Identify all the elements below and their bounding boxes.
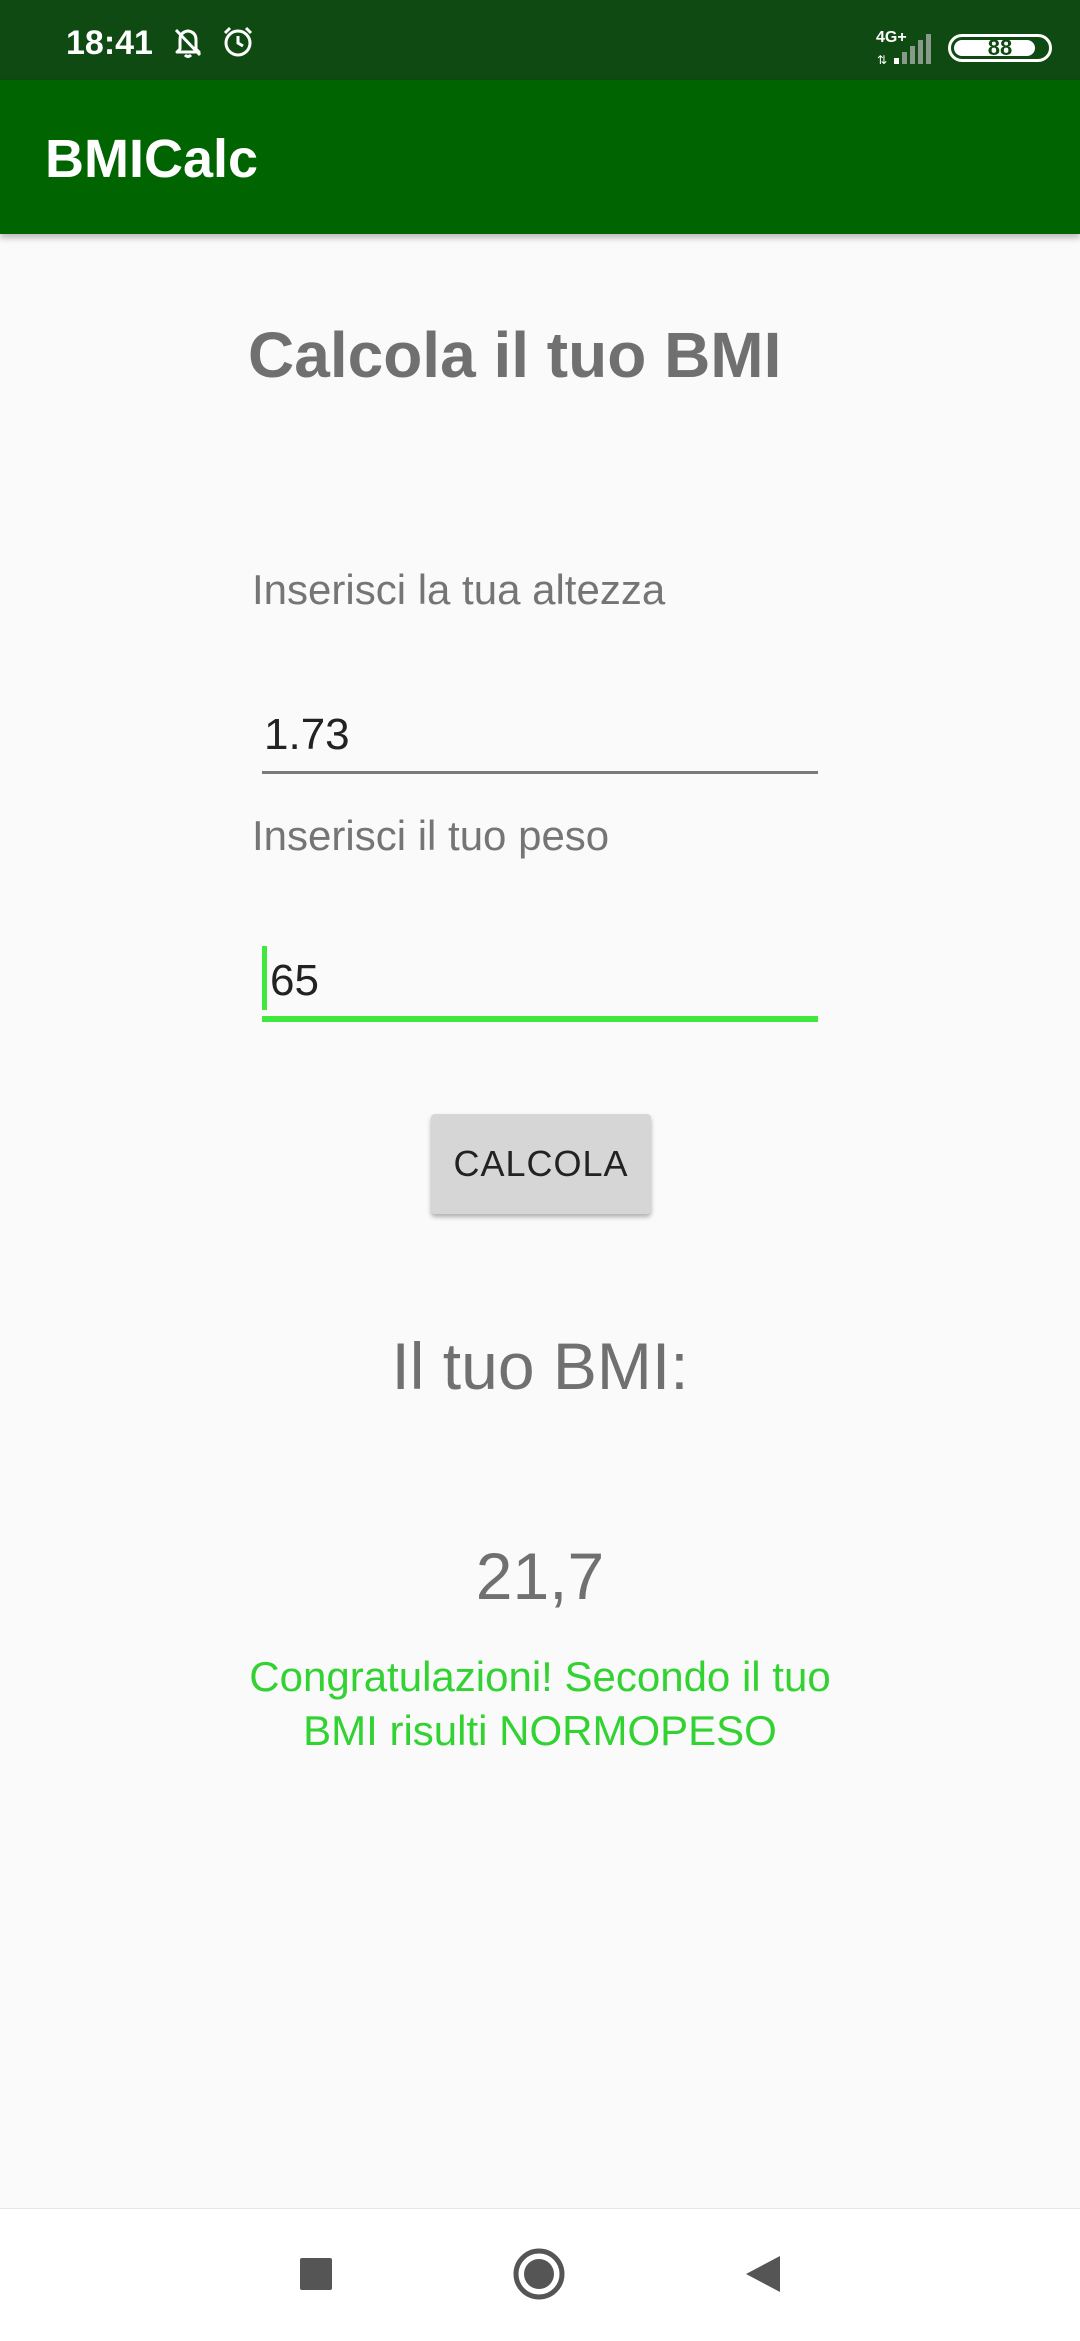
- bell-muted-icon: [170, 24, 206, 65]
- back-icon[interactable]: [738, 2244, 788, 2309]
- weight-input[interactable]: [262, 946, 826, 1016]
- height-input-underline: [262, 771, 818, 774]
- status-bar: 18:41 4G+ ⇅ 88: [0, 0, 1080, 80]
- status-time: 18:41: [66, 24, 153, 62]
- weight-label: Inserisci il tuo peso: [252, 812, 610, 859]
- result-message: Congratulazioni! Secondo il tuo BMI risu…: [249, 1653, 831, 1754]
- result-heading: Il tuo BMI:: [391, 1329, 689, 1403]
- height-label: Inserisci la tua altezza: [252, 566, 666, 613]
- battery-icon: 88: [948, 34, 1052, 62]
- alarm-icon: [220, 24, 256, 65]
- text-cursor: [262, 946, 267, 1010]
- home-icon[interactable]: [510, 2244, 570, 2309]
- battery-level: 88: [987, 35, 1013, 60]
- bmi-value: 21,7: [475, 1539, 605, 1613]
- page-title: Calcola il tuo BMI: [248, 319, 782, 391]
- app-title: BMICalc: [45, 129, 259, 189]
- signal-icon: ⇅: [876, 32, 936, 71]
- svg-text:⇅: ⇅: [877, 53, 887, 66]
- weight-input-underline: [262, 1016, 818, 1022]
- height-input[interactable]: [262, 700, 820, 770]
- recents-icon[interactable]: [296, 2244, 340, 2309]
- app-bar: BMICalc: [0, 80, 1080, 234]
- calculate-button[interactable]: CALCOLA: [431, 1114, 651, 1214]
